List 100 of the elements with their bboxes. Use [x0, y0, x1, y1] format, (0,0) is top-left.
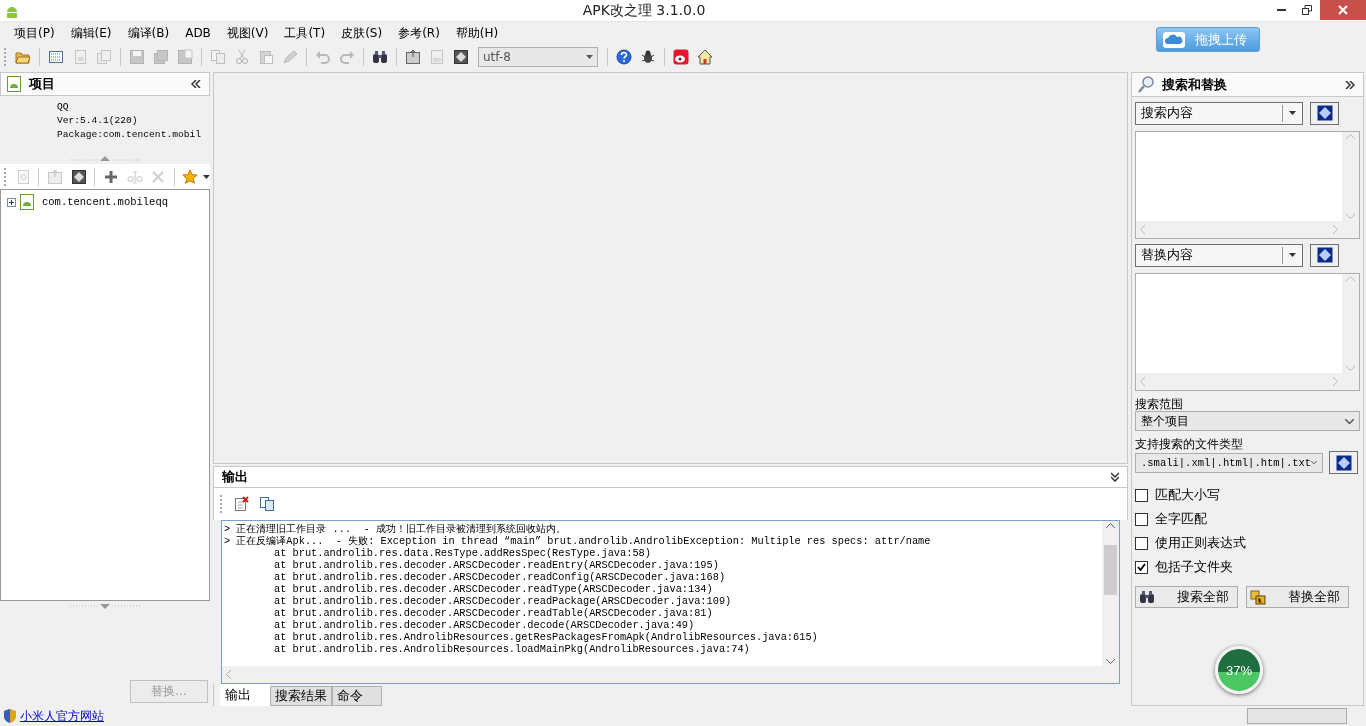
- log-line: at brut.androlib.res.decoder.ARSCDecoder.readPackage(ARSCDecoder.java:109): [273, 595, 733, 607]
- panel-title: 项目: [29, 75, 56, 93]
- checkbox[interactable]: [1135, 512, 1148, 526]
- document-cross-icon: [233, 496, 249, 512]
- cloud-icon: [1163, 31, 1185, 48]
- menu-item[interactable]: 编辑(E): [62, 22, 120, 44]
- undo-icon: [315, 49, 331, 65]
- menu-item[interactable]: 工具(T): [276, 22, 334, 44]
- menu-item[interactable]: 皮肤(S): [333, 22, 391, 44]
- folder-icon: [15, 49, 31, 65]
- horizontal-scrollbar[interactable]: [1136, 221, 1342, 238]
- framed-diamond-icon: [70, 168, 87, 185]
- encoding-combo[interactable]: utf-8: [478, 47, 598, 67]
- diamond-icon: [1335, 454, 1352, 471]
- menu-item[interactable]: 帮助(H): [447, 22, 507, 44]
- panel-title: 搜索和替换: [1162, 75, 1228, 94]
- scissors-icon: [234, 49, 250, 65]
- cross-icon: [150, 168, 166, 185]
- expander-toggle[interactable]: [7, 197, 16, 207]
- log-line: > 正在反编译Apk... - 失败: Exception in thread “main” brut.androlib.AndrolibException: Multiple res specs: attr/name: [224, 535, 932, 547]
- binoculars-icon: [1139, 589, 1155, 605]
- redo-icon: [339, 49, 355, 65]
- help-icon: [616, 49, 632, 65]
- vertical-scrollbar[interactable]: [1102, 521, 1119, 666]
- dotted-window-icon: [48, 49, 64, 65]
- tool-button[interactable]: [1329, 451, 1358, 474]
- scope-select[interactable]: 整个项目: [1135, 411, 1360, 431]
- toolbar-button[interactable]: [613, 46, 635, 68]
- copy-icon: [210, 49, 226, 65]
- vertical-scrollbar[interactable]: [1342, 132, 1359, 221]
- expand-icon: [1345, 80, 1355, 89]
- checkbox[interactable]: [1135, 560, 1148, 574]
- collapse-icon: [191, 80, 201, 88]
- star-icon: [182, 168, 199, 185]
- vertical-scrollbar[interactable]: [1342, 274, 1359, 373]
- checkbox-label: 匹配大小写: [1155, 486, 1220, 504]
- home-icon: [697, 49, 713, 65]
- log-line: at brut.androlib.res.AndrolibResources.loadMainPkg(AndrolibResources.java:74): [273, 643, 751, 655]
- disks-icon: [153, 49, 169, 65]
- log-line: at brut.androlib.res.decoder.ARSCDecoder.readType(ARSCDecoder.java:134): [273, 583, 714, 595]
- checkbox-label: 全字匹配: [1155, 510, 1207, 528]
- rename-icon: [126, 168, 143, 185]
- chevron-down-icon: [1346, 214, 1355, 219]
- tool-button[interactable]: [1310, 243, 1339, 267]
- caret-icon: [586, 55, 593, 59]
- page-lines-icon: [429, 49, 445, 65]
- log-line: at brut.androlib.res.decoder.ARSCDecoder.decode(ARSCDecoder.java:49): [273, 619, 696, 631]
- search-all-button[interactable]: 搜索全部: [1135, 586, 1238, 608]
- menu-item[interactable]: 视图(V): [218, 22, 277, 44]
- close-button[interactable]: [1320, 0, 1366, 20]
- checkmark-icon: [1137, 563, 1146, 571]
- replace-combo[interactable]: 替换内容: [1135, 243, 1303, 267]
- log-line: at brut.androlib.res.decoder.ARSCDecoder.readEntry(ARSCDecoder.java:195): [273, 559, 720, 571]
- minimize-icon: [1276, 9, 1286, 11]
- output-tab[interactable]: 命令: [332, 686, 382, 706]
- chevron-up-icon: [1346, 134, 1355, 139]
- chevron-down-icon: [1311, 460, 1317, 465]
- caret-icon: [203, 174, 210, 179]
- tree-item[interactable]: com.tencent.mobileqq: [42, 196, 169, 208]
- replace-text-area[interactable]: [1135, 273, 1360, 391]
- search-combo[interactable]: 搜索内容: [1135, 101, 1303, 125]
- bug-icon: [640, 49, 656, 65]
- chevron-down-icon: [1346, 366, 1355, 371]
- chevron-up-icon: [1106, 523, 1115, 528]
- checkbox[interactable]: [1135, 536, 1148, 550]
- caret-icon: [1289, 111, 1296, 115]
- checkbox[interactable]: [1135, 488, 1148, 502]
- project-info-text: Package:com.tencent.mobil: [57, 128, 202, 142]
- shield-icon: [4, 709, 16, 723]
- android-page-icon: [7, 76, 21, 92]
- menu-item[interactable]: ADB: [177, 24, 219, 42]
- log-line: at brut.androlib.res.decoder.ARSCDecoder.readConfig(ARSCDecoder.java:168): [273, 571, 727, 583]
- chevron-left-icon: [226, 670, 231, 679]
- chevron-right-icon: [1333, 377, 1338, 386]
- clipboard-icon: [258, 49, 274, 65]
- menu-item[interactable]: 参考(R): [390, 22, 448, 44]
- chevron-left-icon: [1140, 377, 1145, 386]
- project-info-text: QQ: [57, 100, 70, 114]
- log-line: at brut.androlib.res.AndrolibResources.getResPackagesFromApk(AndrolibResources.java:615): [273, 631, 819, 643]
- android-page-icon: [20, 194, 34, 210]
- output-tab[interactable]: 搜索结果: [270, 686, 332, 706]
- disk-document-icon: [177, 49, 193, 65]
- log-line: at brut.androlib.res.data.ResType.addResSpec(ResType.java:58): [273, 547, 652, 559]
- splitter-handle-icon: [68, 603, 142, 611]
- chevron-left-icon: [1140, 225, 1145, 234]
- pencil-icon: [282, 49, 298, 65]
- framed-diamond-icon: [453, 49, 469, 65]
- horizontal-scrollbar[interactable]: [1136, 373, 1342, 390]
- plus-icon: [103, 168, 120, 185]
- output-tab[interactable]: 输出: [220, 684, 270, 706]
- tool-button[interactable]: [1310, 101, 1339, 125]
- menu-item[interactable]: 项目(P): [6, 22, 63, 44]
- horizontal-scrollbar[interactable]: [222, 666, 1102, 683]
- pages-icon: [96, 49, 112, 65]
- website-link[interactable]: 小米人官方网站: [20, 707, 104, 725]
- file-type-select[interactable]: .smali|.xml|.html|.htm|.txt: [1135, 452, 1323, 473]
- log-line: > 正在清理旧工作目录 ... - 成功！旧工作目录被清理到系统回收站内。: [224, 523, 567, 535]
- chevron-down-icon: [1106, 659, 1115, 664]
- replace-all-button[interactable]: 替换全部: [1246, 586, 1349, 608]
- menu-item[interactable]: 编译(B): [119, 22, 178, 44]
